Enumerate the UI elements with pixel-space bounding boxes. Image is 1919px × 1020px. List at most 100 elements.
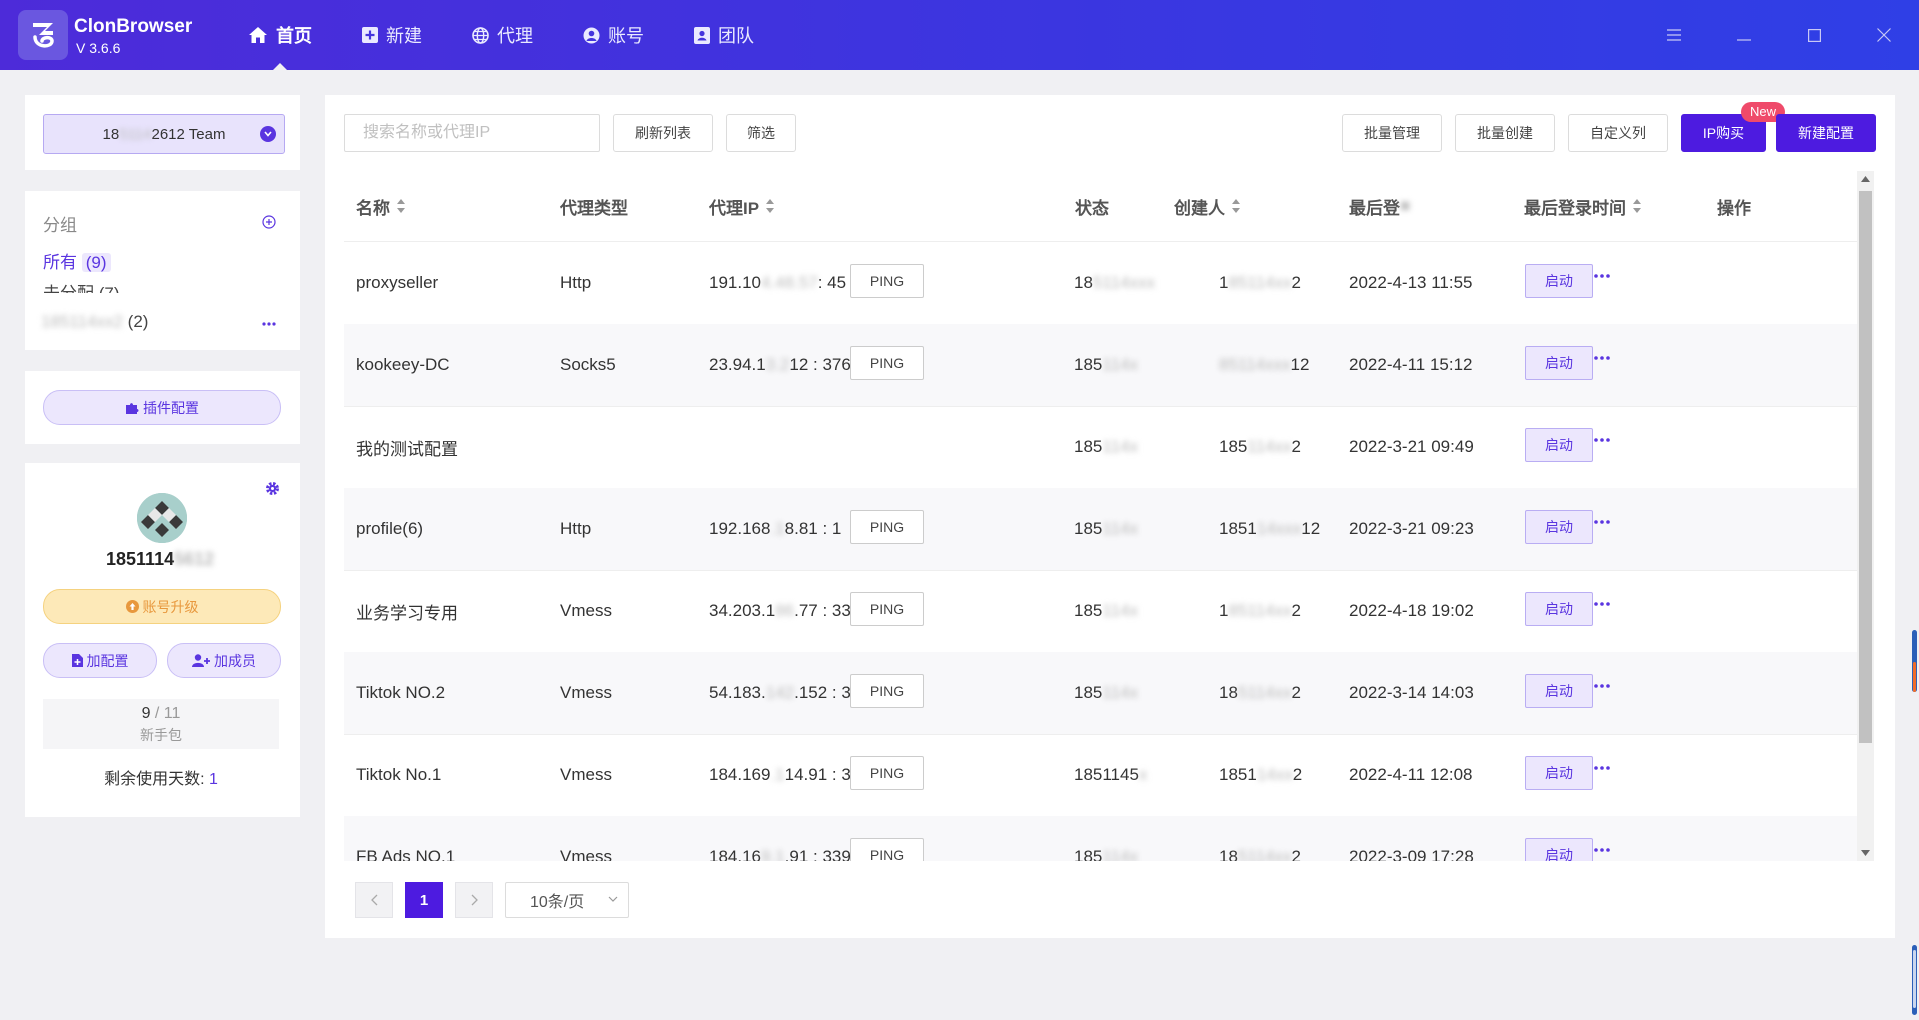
row-more-button[interactable]: [1594, 766, 1610, 770]
row-more-button[interactable]: [1594, 602, 1610, 606]
add-config-button[interactable]: 加配置: [43, 643, 157, 678]
group-item-unassigned[interactable]: 未分配 (7): [43, 279, 120, 293]
user-plus-icon: [192, 654, 210, 667]
table-row[interactable]: Tiktok NO.2 Vmess 54.183. 142.152 : 3399 PIN…: [344, 652, 1860, 735]
start-button[interactable]: 启动: [1525, 838, 1593, 861]
table-row[interactable]: profile(6) Http 192.168.1 8.81 : 1 PING 185 11…: [344, 488, 1860, 571]
menu-button[interactable]: [1639, 0, 1709, 70]
ping-button[interactable]: PING: [850, 674, 924, 708]
ping-button[interactable]: PING: [850, 756, 924, 790]
plugin-config-button[interactable]: 插件配置: [43, 390, 281, 425]
header-proxy-ip[interactable]: 代理IP: [709, 171, 775, 241]
cell-proxy-type: Socks5: [560, 355, 616, 374]
ping-button[interactable]: PING: [850, 264, 924, 298]
row-more-button[interactable]: [1594, 848, 1610, 852]
start-button[interactable]: 启动: [1525, 510, 1593, 544]
cell-last-login-time: 2022-3-21 09:23: [1349, 519, 1474, 538]
batch-manage-button[interactable]: 批量管理: [1342, 114, 1442, 152]
sort-icon: [1232, 199, 1240, 213]
filter-button[interactable]: 筛选: [726, 114, 796, 152]
next-page-button[interactable]: [455, 882, 493, 918]
table-row[interactable]: kookeey-DC Socks5 23.94.1 3.2 12 : 37650 PING…: [344, 324, 1860, 407]
last-login-by-mask: 5114xx: [1237, 847, 1292, 861]
team-selector[interactable]: 1851142612 Team: [43, 114, 285, 154]
groups-title: 分组: [43, 216, 77, 235]
more-dots-icon: [1594, 520, 1610, 524]
row-more-button[interactable]: [1594, 684, 1610, 688]
header-last-login-time-label: 最后登录时间: [1524, 198, 1626, 218]
start-button[interactable]: 启动: [1525, 346, 1593, 380]
cell-creator: 18 5114xxx: [1074, 242, 1155, 324]
ping-button[interactable]: PING: [850, 592, 924, 626]
nav-home[interactable]: 首页: [248, 0, 312, 70]
scrollbar-thumb[interactable]: [1859, 191, 1872, 743]
upgrade-button[interactable]: 账号升级: [43, 589, 281, 624]
header-name[interactable]: 名称: [356, 171, 406, 241]
table-scrollbar[interactable]: [1857, 171, 1874, 861]
creator-part: 185: [1074, 601, 1103, 620]
page-size-select[interactable]: 10条/页: [505, 882, 629, 918]
row-more-button[interactable]: [1594, 520, 1610, 524]
group-item-label: 185114xx2: [41, 312, 123, 331]
search-input[interactable]: [344, 114, 600, 152]
refresh-list-button[interactable]: 刷新列表: [613, 114, 713, 152]
start-button[interactable]: 启动: [1525, 264, 1593, 298]
ping-button[interactable]: PING: [850, 346, 924, 380]
group-item-all[interactable]: 所有 (9): [43, 248, 111, 273]
profile-name-visible: 1851114: [106, 549, 175, 569]
table-row[interactable]: proxyseller Http 191.10 4.48.57: 45 PING 18 51…: [344, 242, 1860, 325]
nav-new-label: 新建: [386, 26, 422, 46]
pagination: 1 10条/页: [355, 882, 629, 918]
more-dots-icon: [1594, 766, 1610, 770]
header-last-login-time[interactable]: 最后登录时间: [1524, 171, 1642, 241]
table-row[interactable]: 我的测试配置 185 114x 185 114xx 2 2022-3-21 09:49 启动: [344, 406, 1860, 489]
start-button[interactable]: 启动: [1525, 674, 1593, 708]
nav-account[interactable]: 账号: [583, 0, 644, 70]
team-selector-label: 1851142612 Team: [103, 126, 226, 143]
start-button[interactable]: 启动: [1525, 592, 1593, 626]
add-member-button[interactable]: 加成员: [167, 643, 281, 678]
add-group-button[interactable]: [262, 215, 276, 229]
row-more-button[interactable]: [1594, 356, 1610, 360]
profile-name: 18511145612: [106, 549, 214, 570]
creator-mask: 114x: [1102, 683, 1138, 702]
row-more-button[interactable]: [1594, 274, 1610, 278]
cell-creator: 185 114x: [1074, 324, 1138, 406]
ip-mask: 142: [765, 683, 795, 702]
prev-page-button[interactable]: [355, 882, 393, 918]
ping-button[interactable]: PING: [850, 510, 924, 544]
profile-panel: 18511145612 账号升级 加配置 加成员 9 / 11 新手包 剩余使用…: [25, 463, 300, 817]
puzzle-icon: [126, 402, 139, 414]
nav-team[interactable]: 团队: [694, 0, 754, 70]
ip-mask: 86: [775, 601, 795, 620]
ip-mask: .1: [770, 765, 785, 784]
nav-proxy[interactable]: 代理: [472, 0, 533, 70]
table-row[interactable]: FB Ads NO.1 Vmess 184.16 9.1.91 : 3399 PING 1…: [344, 816, 1860, 861]
new-config-button[interactable]: 新建配置: [1776, 114, 1876, 152]
start-button[interactable]: 启动: [1525, 756, 1593, 790]
minimize-button[interactable]: [1709, 0, 1779, 70]
row-more-button[interactable]: [1594, 438, 1610, 442]
batch-create-button[interactable]: 批量创建: [1455, 114, 1555, 152]
close-button[interactable]: [1849, 0, 1919, 70]
cell-creator: 185 114x: [1074, 406, 1138, 488]
group-more-button[interactable]: [262, 322, 276, 326]
maximize-button[interactable]: [1779, 0, 1849, 70]
header-creator[interactable]: 创建人: [1174, 171, 1241, 241]
group-item-custom[interactable]: 185114xx2 (2): [41, 312, 148, 332]
table-row[interactable]: Tiktok No.1 Vmess 184.169.1 14.91 : 33 PING 1…: [344, 734, 1860, 817]
nav-new[interactable]: 新建: [362, 0, 422, 70]
settings-button[interactable]: [265, 481, 280, 496]
page-button-current[interactable]: 1: [405, 882, 443, 918]
scroll-down-icon: [1861, 850, 1870, 856]
ip-part: 14.91 : 33: [784, 765, 861, 784]
table-row[interactable]: 业务学习专用 Vmess 34.203.1 86.77 : 339 PING 185 114…: [344, 570, 1860, 653]
cell-last-login-by: 185114xx2: [1219, 570, 1301, 652]
custom-columns-button[interactable]: 自定义列: [1568, 114, 1668, 152]
start-button[interactable]: 启动: [1525, 428, 1593, 462]
ip-part: : 45: [817, 273, 847, 292]
ping-button[interactable]: PING: [850, 838, 924, 861]
creator-part: 185: [1074, 519, 1103, 538]
cell-name: FB Ads NO.1: [356, 847, 456, 861]
last-login-by-mask: 14xxx: [1256, 519, 1302, 538]
